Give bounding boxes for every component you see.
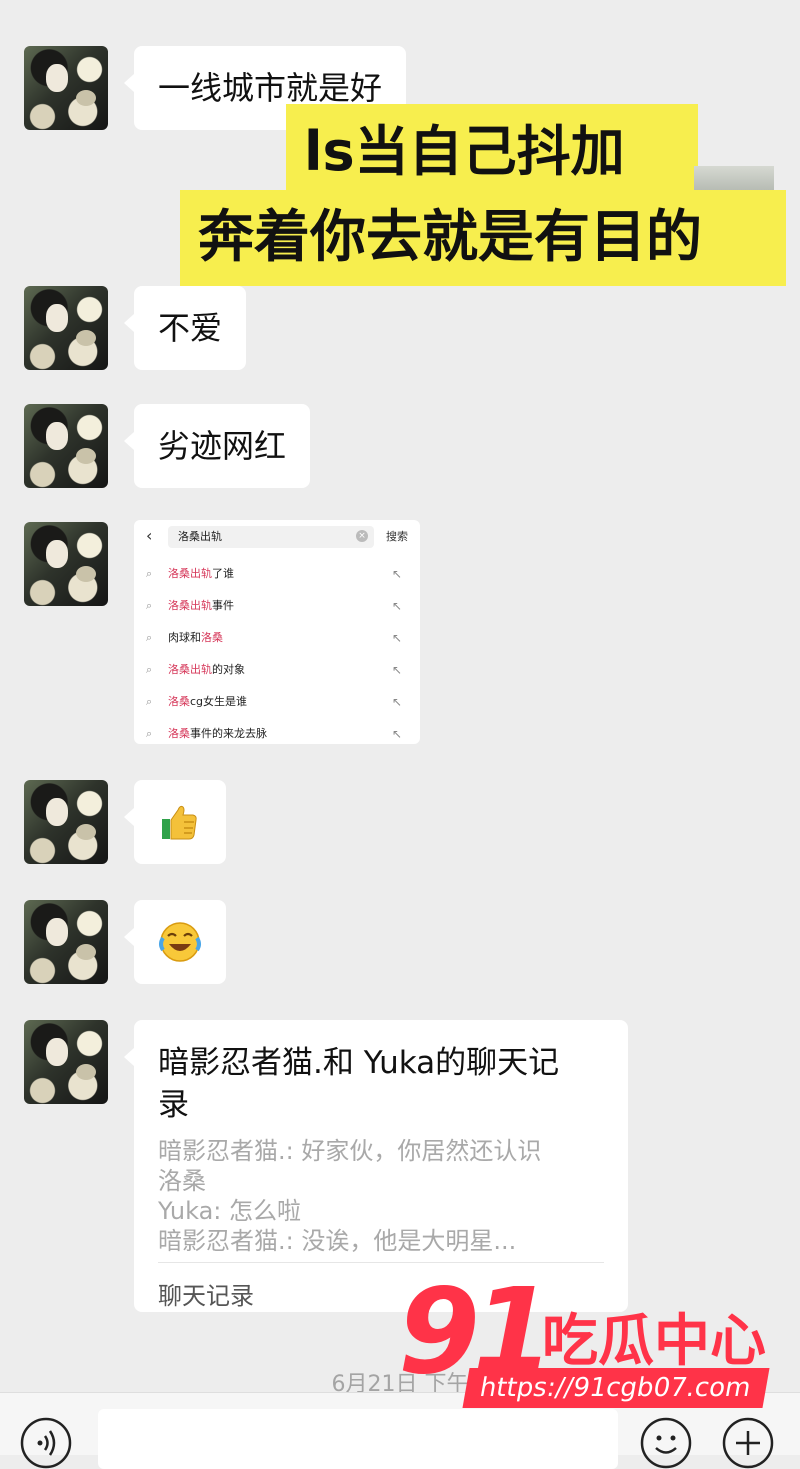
- message-text: 劣迹网红: [158, 427, 287, 465]
- suggestion-text: cg女生是谁: [190, 695, 248, 708]
- suggestion-item: ⌕ 洛桑事件的来龙去脉 ↖: [134, 718, 420, 744]
- suggestion-text: 肉球和: [168, 631, 201, 644]
- suggestion-highlight: 洛桑: [168, 695, 190, 708]
- search-icon: ⌕: [146, 567, 153, 580]
- message-bubble[interactable]: [124, 900, 226, 984]
- suggestion-text: 的对象: [212, 663, 245, 676]
- watermark-url: https://91cgb07.com: [462, 1368, 770, 1408]
- avatar[interactable]: [24, 900, 108, 984]
- chat-record-title: 暗影忍者猫.和 Yuka的聊天记录: [158, 1045, 560, 1123]
- search-bar: ‹ 洛桑出轨 × 搜索: [134, 520, 420, 554]
- watermark-name: 吃瓜中心: [542, 1309, 766, 1374]
- laughing-crying-face-icon: [159, 922, 201, 962]
- suggestion-item: ⌕ 肉球和洛桑 ↖: [134, 622, 420, 654]
- avatar[interactable]: [24, 46, 108, 130]
- message-text: 不爱: [158, 309, 223, 347]
- thumbs-up-icon: [162, 805, 197, 840]
- search-icon: ⌕: [146, 599, 153, 612]
- chat-record-line: 暗影忍者猫.: 好家伙，你居然还认识: [158, 1137, 542, 1165]
- voice-icon[interactable]: [20, 1417, 72, 1469]
- suggestion-item: ⌕ 洛桑出轨事件 ↖: [134, 590, 420, 622]
- suggestion-text: 了谁: [212, 567, 234, 580]
- fill-arrow-icon: ↖: [392, 695, 403, 709]
- caption-line-1: ls当自己抖加: [286, 104, 698, 200]
- clear-icon: ×: [356, 530, 368, 542]
- message-bubble[interactable]: 不爱: [123, 286, 247, 370]
- search-field: 洛桑出轨: [168, 526, 374, 548]
- chat-record-line: Yuka: 怎么啦: [158, 1197, 302, 1225]
- avatar[interactable]: [24, 404, 108, 488]
- search-icon: ⌕: [146, 663, 153, 676]
- fill-arrow-icon: ↖: [392, 663, 403, 677]
- avatar[interactable]: [24, 1020, 108, 1104]
- message-bubble[interactable]: [124, 780, 226, 864]
- chat-record-line: 洛桑: [158, 1167, 206, 1195]
- suggestion-highlight: 洛桑出轨: [168, 567, 212, 580]
- avatar[interactable]: [24, 286, 108, 370]
- fill-arrow-icon: ↖: [392, 599, 403, 613]
- suggestion-text: 事件: [212, 599, 234, 612]
- back-arrow-icon: ‹: [146, 526, 153, 545]
- suggestion-highlight: 洛桑出轨: [168, 599, 212, 612]
- image-message[interactable]: ‹ 洛桑出轨 × 搜索 ⌕ 洛桑出轨了谁 ↖ ⌕ 洛桑出轨事件 ↖ ⌕ 肉球和洛…: [134, 520, 420, 744]
- fill-arrow-icon: ↖: [392, 567, 403, 581]
- suggestion-text: 事件的来龙去脉: [190, 727, 267, 740]
- message-bubble[interactable]: 劣迹网红: [123, 404, 311, 488]
- fill-arrow-icon: ↖: [392, 631, 403, 645]
- search-icon: ⌕: [146, 695, 153, 708]
- suggestion-highlight: 洛桑: [168, 727, 190, 740]
- avatar[interactable]: [24, 780, 108, 864]
- suggestion-highlight: 洛桑: [201, 631, 223, 644]
- chat-record-footer: 聊天记录: [158, 1282, 254, 1310]
- search-query: 洛桑出轨: [178, 530, 222, 543]
- caption-line-2: 奔着你去就是有目的: [180, 190, 786, 286]
- chat-record-card[interactable]: 暗影忍者猫.和 Yuka的聊天记录 暗影忍者猫.: 好家伙，你居然还认识 洛桑 …: [124, 1020, 628, 1312]
- plus-icon[interactable]: [722, 1417, 774, 1469]
- suggestion-highlight: 洛桑出轨: [168, 663, 212, 676]
- emoji-icon[interactable]: [640, 1417, 692, 1469]
- chat-record-line: 暗影忍者猫.: 没诶，他是大明星...: [158, 1227, 517, 1255]
- avatar[interactable]: [24, 522, 108, 606]
- search-label: 搜索: [386, 530, 408, 543]
- fill-arrow-icon: ↖: [392, 727, 403, 741]
- suggestion-item: ⌕ 洛桑出轨的对象 ↖: [134, 654, 420, 686]
- suggestion-item: ⌕ 洛桑出轨了谁 ↖: [134, 558, 420, 590]
- watermark: 91 吃瓜中心 https://91cgb07.com: [392, 1272, 792, 1422]
- search-icon: ⌕: [146, 631, 153, 644]
- suggestion-item: ⌕ 洛桑cg女生是谁 ↖: [134, 686, 420, 718]
- search-icon: ⌕: [146, 727, 153, 740]
